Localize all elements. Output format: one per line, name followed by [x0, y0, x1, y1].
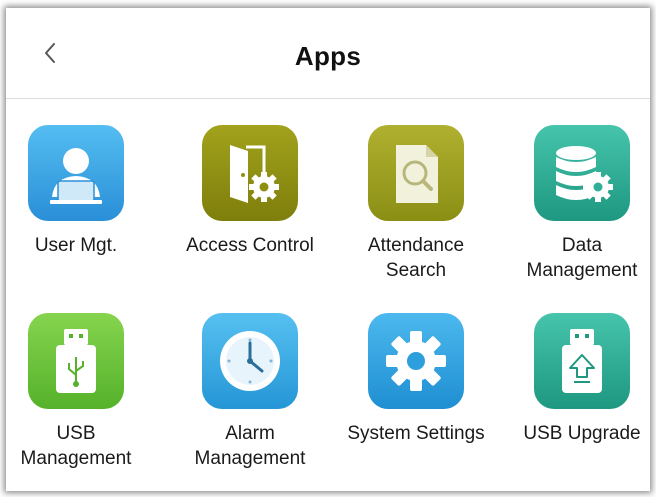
usb-upgrade-icon: [534, 313, 630, 409]
app-label: USB Upgrade: [523, 423, 641, 444]
database-gear-icon: [534, 125, 630, 221]
document-search-icon: [368, 125, 464, 221]
gear-icon: [368, 313, 464, 409]
page-title: Apps: [294, 41, 362, 71]
app-label: System Settings: [347, 423, 485, 444]
app-tile-alarm-management[interactable]: Alarm Management: [170, 313, 330, 491]
door-gear-icon: [202, 125, 298, 221]
app-label: Attendance Search: [367, 235, 465, 281]
user-icon: [28, 125, 124, 221]
app-label: Access Control: [186, 235, 314, 256]
clock-icon: [202, 313, 298, 409]
app-label: Data Management: [526, 235, 638, 281]
usb-drive-icon: [28, 313, 124, 409]
app-tile-usb-upgrade[interactable]: USB Upgrade: [502, 313, 650, 491]
app-label: Alarm Management: [194, 423, 306, 469]
app-label: USB Management: [20, 423, 132, 469]
app-tile-attendance-search[interactable]: Attendance Search: [336, 125, 496, 305]
app-tile-usb-management[interactable]: USB Management: [6, 313, 156, 491]
app-tile-access-control[interactable]: Access Control: [170, 125, 330, 305]
app-window: Apps User Mgt. Access Control Attendance…: [6, 8, 650, 491]
app-tile-system-settings[interactable]: System Settings: [336, 313, 496, 491]
app-tile-user-mgt[interactable]: User Mgt.: [6, 125, 156, 305]
app-tile-data-management[interactable]: Data Management: [502, 125, 650, 305]
app-label: User Mgt.: [34, 235, 118, 256]
header-bar: Apps: [6, 8, 650, 99]
